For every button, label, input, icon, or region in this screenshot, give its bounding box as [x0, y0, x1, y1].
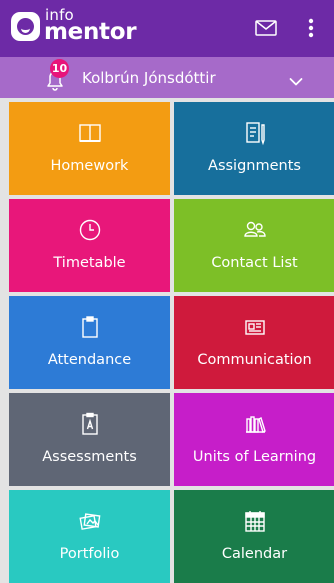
tile-label: Contact List: [211, 255, 298, 271]
tile-label: Timetable: [53, 255, 126, 271]
vertical-dots-icon[interactable]: [304, 17, 318, 39]
tile-label: Units of Learning: [192, 449, 317, 465]
tile-label: Homework: [50, 158, 129, 174]
logo-smiley-icon: [11, 12, 40, 41]
tile-attendance[interactable]: Attendance: [9, 296, 170, 389]
logo-mentor-text: mentor: [44, 19, 137, 45]
top-app-bar: info mentor: [0, 0, 334, 57]
tile-label: Assignments: [208, 158, 301, 174]
user-selector[interactable]: 10 Kolbrún Jónsdóttir: [0, 57, 334, 98]
tile-units-of-learning[interactable]: Units of Learning: [174, 393, 334, 486]
tile-portfolio[interactable]: Portfolio: [9, 490, 170, 583]
envelope-icon[interactable]: [255, 20, 277, 36]
newspaper-icon: [174, 314, 334, 340]
tile-label: Attendance: [47, 352, 132, 368]
tile-timetable[interactable]: Timetable: [9, 199, 170, 292]
tile-calendar[interactable]: Calendar: [174, 490, 334, 583]
books-icon: [174, 411, 334, 437]
clock-icon: [9, 217, 170, 243]
tile-label: Communication: [197, 352, 312, 368]
tile-homework[interactable]: Homework: [9, 102, 170, 195]
tile-label: Calendar: [221, 546, 288, 562]
photos-icon: [9, 508, 170, 534]
tile-label: Assessments: [42, 449, 137, 465]
calendar-icon: [174, 508, 334, 534]
tile-communication[interactable]: Communication: [174, 296, 334, 389]
tile-assignments[interactable]: Assignments: [174, 102, 334, 195]
clipboard-icon: [9, 314, 170, 340]
tile-assessments[interactable]: Assessments: [9, 393, 170, 486]
notebook-pen-icon: [174, 120, 334, 146]
notification-badge: 10: [50, 59, 69, 78]
book-icon: [9, 120, 170, 146]
tile-label: Portfolio: [59, 546, 120, 562]
people-icon: [174, 217, 334, 243]
chevron-down-icon[interactable]: [289, 72, 303, 86]
user-name[interactable]: Kolbrún Jónsdóttir: [82, 68, 216, 88]
graded-clipboard-icon: [9, 411, 170, 437]
tile-contact-list[interactable]: Contact List: [174, 199, 334, 292]
